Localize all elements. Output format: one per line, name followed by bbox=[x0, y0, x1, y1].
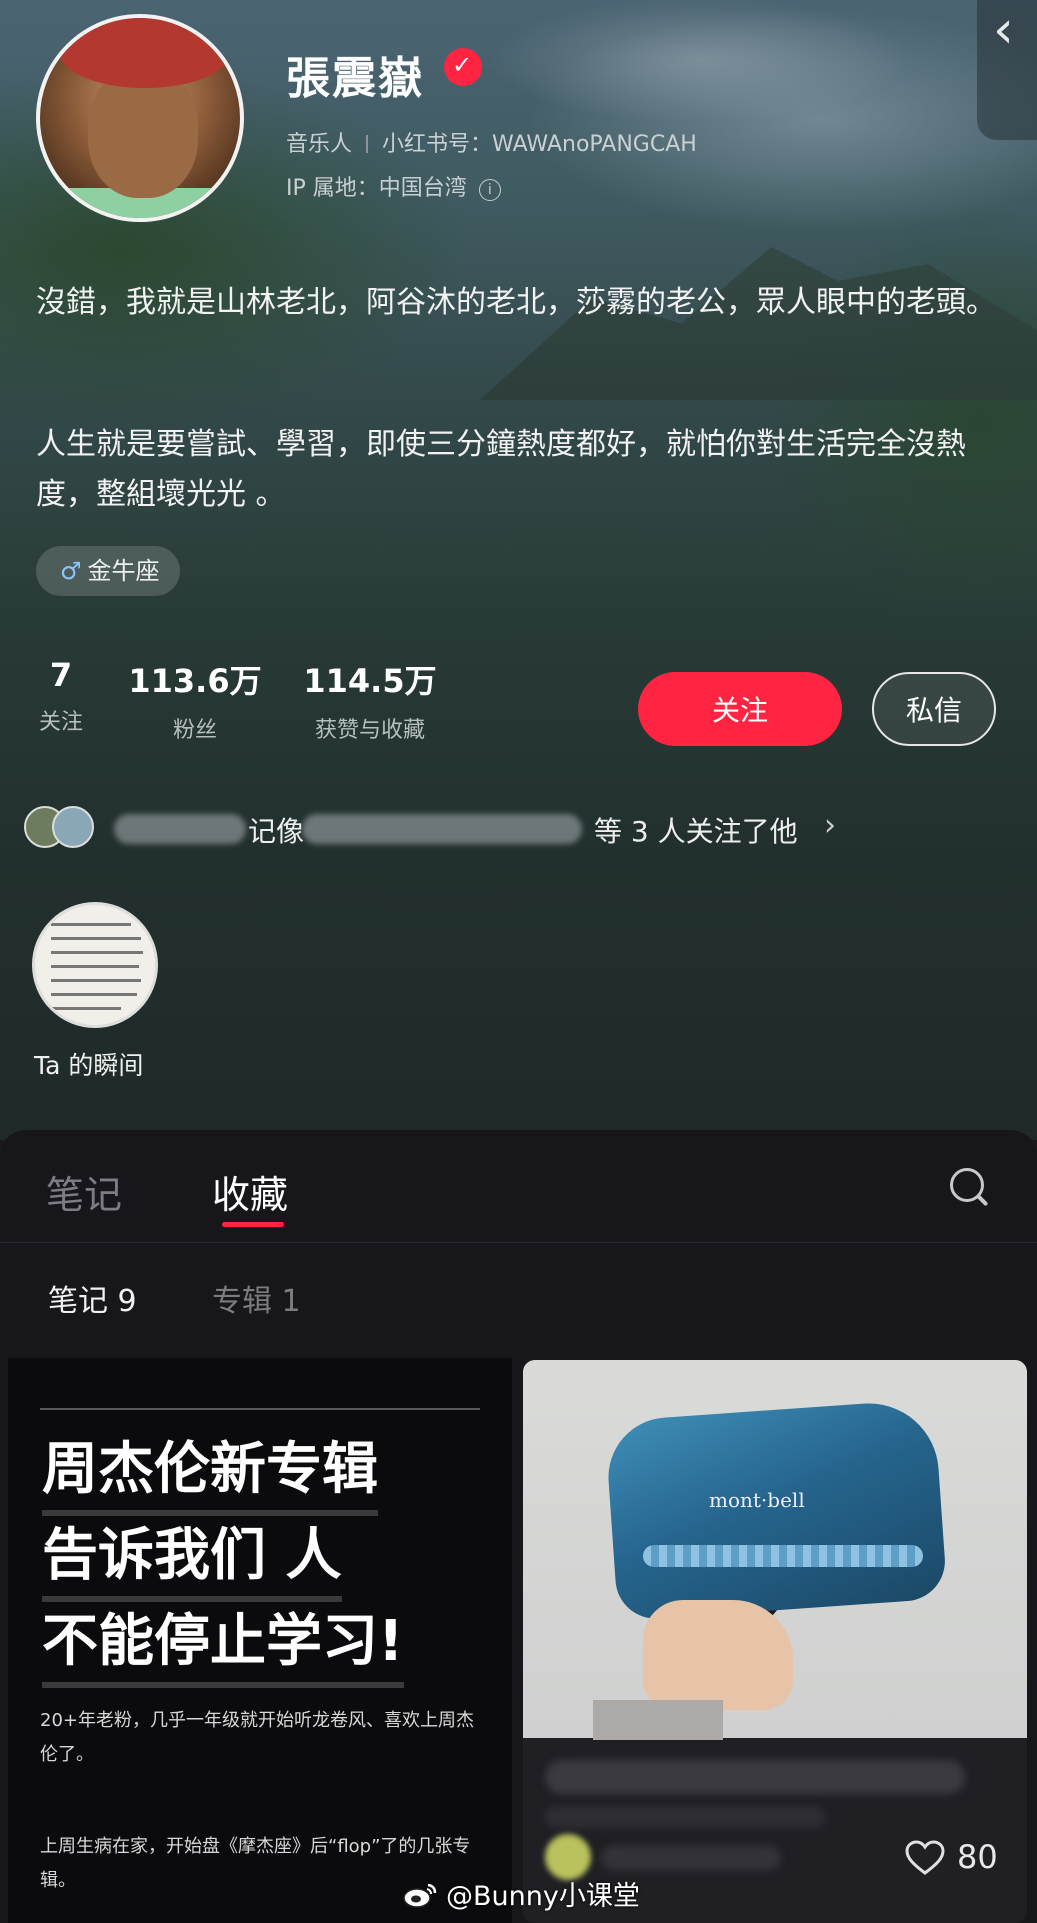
ip-location: IP 属地：中国台湾 i bbox=[286, 170, 501, 202]
divider bbox=[40, 1408, 480, 1410]
follow-button[interactable]: 关注 bbox=[638, 672, 842, 746]
info-icon[interactable]: i bbox=[478, 179, 501, 201]
like-count: 80 bbox=[957, 1838, 998, 1876]
profile-header: ‹ 張震嶽 ✓ 音乐人 小红书号：WAWAnoPANGCAH IP 属地：中国台湾… bbox=[0, 0, 1037, 1140]
subtab-notes[interactable]: 笔记 9 bbox=[48, 1276, 137, 1320]
active-tab-indicator bbox=[222, 1222, 284, 1227]
ip-value: 中国台湾 bbox=[378, 176, 467, 201]
blurred-username bbox=[601, 1846, 781, 1870]
bio-paragraph: 沒錯，我就是山林老北，阿谷沐的老北，莎霧的老公，眾人眼中的老頭。 bbox=[36, 285, 996, 320]
heart-icon[interactable] bbox=[905, 1840, 945, 1876]
search-icon[interactable] bbox=[950, 1168, 989, 1207]
stat-likes[interactable]: 114.5万 获赞与收藏 bbox=[300, 656, 440, 744]
profile-role: 音乐人 bbox=[286, 132, 353, 157]
back-button[interactable]: ‹ bbox=[977, 0, 1037, 140]
zodiac-label: 金牛座 bbox=[87, 557, 160, 585]
mutual-followers[interactable]: 记像 等 3 人关注了他 › bbox=[24, 802, 844, 854]
note-card[interactable]: mont·bell 80 bbox=[523, 1360, 1027, 1923]
blurred-name bbox=[114, 814, 246, 844]
stat-number: 113.6万 bbox=[128, 662, 262, 700]
blurred-title bbox=[545, 1760, 965, 1794]
blurred-name bbox=[302, 814, 582, 844]
mutual-text: 等 3 人关注了他 bbox=[594, 815, 798, 848]
mutual-name-fragment: 记像 bbox=[248, 815, 305, 848]
ip-label: IP 属地： bbox=[286, 176, 379, 201]
meta-divider bbox=[366, 135, 369, 153]
stat-number: 114.5万 bbox=[303, 662, 437, 700]
stat-number: 7 bbox=[49, 656, 73, 694]
tab-saved[interactable]: 收藏 bbox=[212, 1164, 288, 1219]
moment-thumbnail[interactable] bbox=[32, 902, 158, 1028]
male-icon: ♂ bbox=[60, 557, 82, 585]
card-photo: mont·bell bbox=[523, 1360, 1027, 1740]
card-headline: 周杰伦新专辑 告诉我们 人 不能停止学习! bbox=[42, 1430, 404, 1688]
subtab-album[interactable]: 专辑 1 bbox=[212, 1276, 301, 1320]
blurred-title bbox=[545, 1806, 825, 1828]
tab-notes[interactable]: 笔记 bbox=[46, 1164, 122, 1219]
watermark: @Bunny小课堂 bbox=[402, 1874, 640, 1913]
stat-label: 关注 bbox=[38, 710, 83, 735]
avatar[interactable] bbox=[36, 14, 244, 222]
profile-name: 張震嶽 bbox=[286, 53, 424, 104]
stat-following[interactable]: 7 关注 bbox=[36, 656, 86, 736]
bag-brand: mont·bell bbox=[709, 1488, 805, 1512]
verified-icon: ✓ bbox=[444, 48, 482, 86]
xhs-id: WAWAnoPANGCAH bbox=[492, 132, 697, 157]
chevron-right-icon: › bbox=[824, 808, 836, 843]
divider bbox=[0, 1242, 1037, 1243]
stat-followers[interactable]: 113.6万 粉丝 bbox=[128, 656, 262, 744]
bio-paragraph: 人生就是要嘗試、學習，即使三分鐘熱度都好，就怕你對生活完全沒熱度，整組壞光光 。 bbox=[36, 427, 966, 512]
stat-label: 粉丝 bbox=[172, 718, 217, 743]
weibo-logo-icon bbox=[403, 1883, 437, 1908]
message-button[interactable]: 私信 bbox=[872, 672, 996, 746]
chevron-left-icon: ‹ bbox=[993, 0, 1014, 60]
zodiac-tag: ♂ 金牛座 bbox=[36, 546, 180, 596]
profile-meta: 音乐人 小红书号：WAWAnoPANGCAH bbox=[286, 126, 697, 158]
card-paragraph: 20+年老粉，几乎一年级就开始听龙卷风、喜欢上周杰伦了。 bbox=[40, 1710, 474, 1765]
avatar bbox=[52, 806, 94, 848]
moments-label: Ta 的瞬间 bbox=[34, 1051, 144, 1080]
note-card[interactable]: 周杰伦新专辑 告诉我们 人 不能停止学习! 20+年老粉，几乎一年级就开始听龙卷… bbox=[8, 1358, 512, 1923]
stat-label: 获赞与收藏 bbox=[314, 718, 425, 743]
xhs-id-label: 小红书号： bbox=[382, 132, 493, 157]
